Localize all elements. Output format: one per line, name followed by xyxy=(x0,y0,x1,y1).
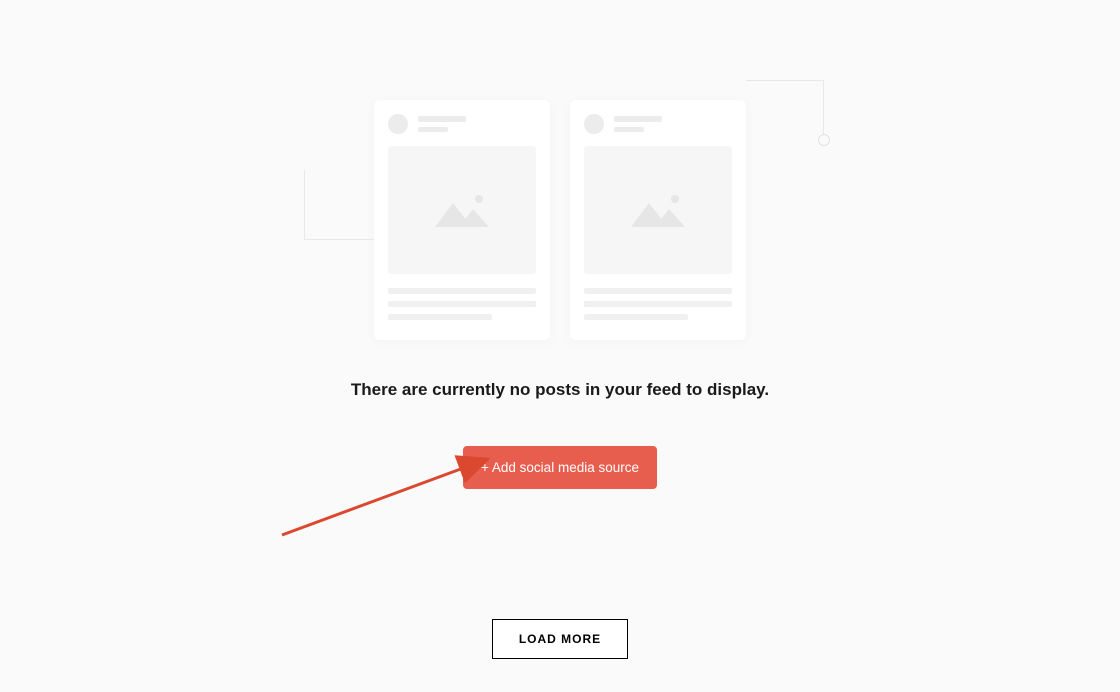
placeholder-cards-group xyxy=(374,100,746,340)
image-placeholder xyxy=(584,146,732,274)
decorative-connector-top xyxy=(746,80,824,140)
text-placeholder-line xyxy=(584,314,688,320)
decorative-connector-bottom xyxy=(304,170,374,240)
mountain-image-icon xyxy=(427,185,497,235)
text-placeholder-line xyxy=(584,301,732,307)
text-placeholder-line xyxy=(388,301,536,307)
add-social-media-source-button[interactable]: + Add social media source xyxy=(463,446,657,489)
name-placeholder-line xyxy=(614,116,662,122)
text-placeholder-line xyxy=(388,314,492,320)
load-more-button[interactable]: LOAD MORE xyxy=(492,619,628,659)
mountain-image-icon xyxy=(623,185,693,235)
empty-feed-container: There are currently no posts in your fee… xyxy=(0,0,1120,659)
avatar-placeholder-icon xyxy=(388,114,408,134)
decorative-node-circle xyxy=(818,134,830,146)
meta-placeholder-line xyxy=(418,127,448,132)
text-placeholder-line xyxy=(388,288,536,294)
meta-placeholder-line xyxy=(614,127,644,132)
avatar-placeholder-icon xyxy=(584,114,604,134)
placeholder-card xyxy=(570,100,746,340)
placeholder-card xyxy=(374,100,550,340)
name-placeholder-line xyxy=(418,116,466,122)
text-placeholder-line xyxy=(584,288,732,294)
image-placeholder xyxy=(388,146,536,274)
empty-state-message: There are currently no posts in your fee… xyxy=(351,380,769,400)
